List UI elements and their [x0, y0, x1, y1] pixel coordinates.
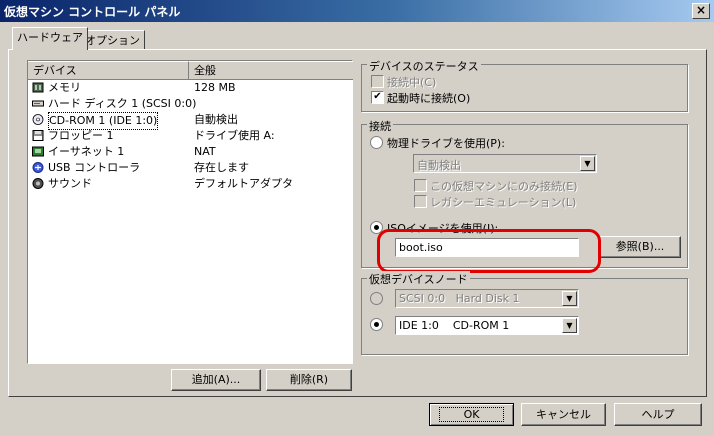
device-summary: NAT: [194, 145, 216, 158]
ok-button[interactable]: OK: [429, 403, 514, 426]
ide-node-value: IDE 1:0 CD-ROM 1: [399, 319, 510, 332]
device-summary: 128 MB: [194, 81, 236, 94]
device-name: ハード ディスク 1 (SCSI 0:0): [48, 97, 197, 110]
ide-node-radio[interactable]: [370, 318, 383, 331]
device-summary: 存在します: [194, 161, 249, 174]
chevron-down-icon[interactable]: ▼: [580, 156, 595, 171]
connect-at-power-on-checkbox[interactable]: ✔: [371, 91, 384, 104]
ethernet-icon: [32, 146, 44, 157]
scsi-node-radio[interactable]: [370, 292, 383, 305]
device-summary: デフォルトアダプタ: [194, 177, 293, 190]
list-item-selected[interactable]: CD-ROM 1 (IDE 1:0) 自動検出: [28, 112, 352, 130]
window-title: 仮想マシン コントロール パネル: [4, 5, 181, 19]
tab-hardware-label: ハードウェア: [17, 31, 83, 44]
device-name: USB コントローラ: [48, 161, 141, 174]
column-header-summary-label: 全般: [194, 64, 216, 77]
physical-drive-label: 物理ドライブを使用(P):: [387, 137, 505, 150]
sound-icon: [32, 178, 44, 189]
list-item[interactable]: ハード ディスク 1 (SCSI 0:0): [28, 96, 352, 112]
help-label: ヘルプ: [641, 408, 675, 421]
add-device-button[interactable]: 追加(A)...: [171, 369, 261, 391]
device-name: フロッピー 1: [48, 129, 114, 142]
physical-drive-select[interactable]: 自動検出 ▼: [413, 154, 597, 173]
browse-label: 参照(B)...: [615, 240, 665, 253]
tab-hardware[interactable]: ハードウェア: [12, 27, 88, 50]
list-item[interactable]: メモリ 128 MB: [28, 80, 352, 96]
close-icon: ×: [695, 3, 707, 17]
title-bar[interactable]: 仮想マシン コントロール パネル ×: [0, 0, 714, 22]
add-device-label: 追加(A)...: [191, 373, 241, 386]
browse-button[interactable]: 参照(B)...: [599, 236, 681, 258]
legacy-emulation-label: レガシーエミュレーション(L): [430, 196, 577, 209]
ide-node-select[interactable]: IDE 1:0 CD-ROM 1 ▼: [395, 316, 579, 335]
vm-control-panel-window: 仮想マシン コントロール パネル × ハードウェア オプション デバイス 全般 …: [0, 0, 714, 436]
column-header-summary[interactable]: 全般: [188, 61, 353, 80]
column-header-device[interactable]: デバイス: [28, 61, 188, 80]
hard-disk-icon: [32, 100, 44, 107]
exclusive-checkbox[interactable]: [414, 179, 427, 192]
help-button[interactable]: ヘルプ: [614, 403, 702, 426]
cancel-button[interactable]: キャンセル: [521, 403, 606, 426]
device-summary: ドライブ使用 A:: [194, 129, 275, 142]
device-status-title: デバイスのステータス: [367, 58, 481, 74]
remove-device-label: 削除(R): [289, 373, 329, 386]
physical-drive-radio[interactable]: [370, 136, 383, 149]
connected-label: 接続中(C): [387, 76, 437, 89]
device-name: イーサネット 1: [48, 145, 125, 158]
exclusive-label: この仮想マシンにのみ接続(E): [430, 180, 578, 193]
device-summary: 自動検出: [194, 113, 238, 126]
cancel-label: キャンセル: [536, 408, 591, 421]
tab-options[interactable]: オプション: [80, 30, 145, 50]
scsi-node-value: SCSI 0:0 Hard Disk 1: [399, 292, 520, 305]
highlight-annotation: [377, 229, 601, 273]
connection-title: 接続: [367, 118, 393, 134]
tab-options-label: オプション: [85, 34, 140, 47]
chevron-down-icon[interactable]: ▼: [562, 291, 577, 306]
device-list[interactable]: デバイス 全般 メモリ 128 MB ハード ディスク 1 (SCSI 0:0): [27, 60, 353, 364]
floppy-icon: [32, 130, 44, 141]
ok-label: OK: [438, 407, 505, 422]
remove-device-button[interactable]: 削除(R): [266, 369, 352, 391]
list-item[interactable]: サウンド デフォルトアダプタ: [28, 176, 352, 192]
scsi-node-select[interactable]: SCSI 0:0 Hard Disk 1 ▼: [395, 289, 579, 308]
column-header-device-label: デバイス: [33, 64, 77, 77]
device-name: メモリ: [48, 81, 81, 94]
connect-at-power-on-label: 起動時に接続(O): [387, 92, 471, 105]
legacy-emulation-checkbox[interactable]: [414, 195, 427, 208]
memory-icon: [32, 82, 44, 93]
chevron-down-icon[interactable]: ▼: [562, 318, 577, 333]
close-button[interactable]: ×: [692, 3, 710, 19]
cdrom-icon: [32, 114, 44, 125]
list-item[interactable]: フロッピー 1 ドライブ使用 A:: [28, 128, 352, 144]
physical-drive-value: 自動検出: [417, 159, 461, 172]
device-name: サウンド: [48, 177, 92, 190]
list-item[interactable]: イーサネット 1 NAT: [28, 144, 352, 160]
list-item[interactable]: USB コントローラ 存在します: [28, 160, 352, 176]
usb-icon: [32, 162, 44, 173]
virtual-device-node-title: 仮想デバイスノード: [367, 271, 470, 287]
connected-checkbox[interactable]: [371, 75, 384, 88]
